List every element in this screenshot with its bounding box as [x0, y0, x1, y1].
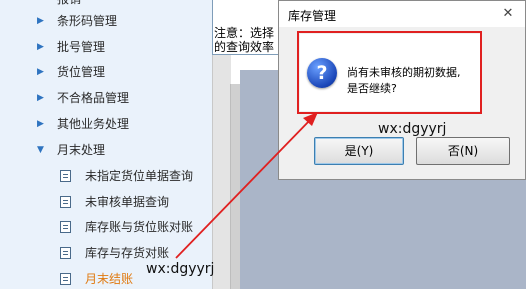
arrow-line [175, 117, 313, 259]
annotation-arrow [175, 112, 318, 259]
